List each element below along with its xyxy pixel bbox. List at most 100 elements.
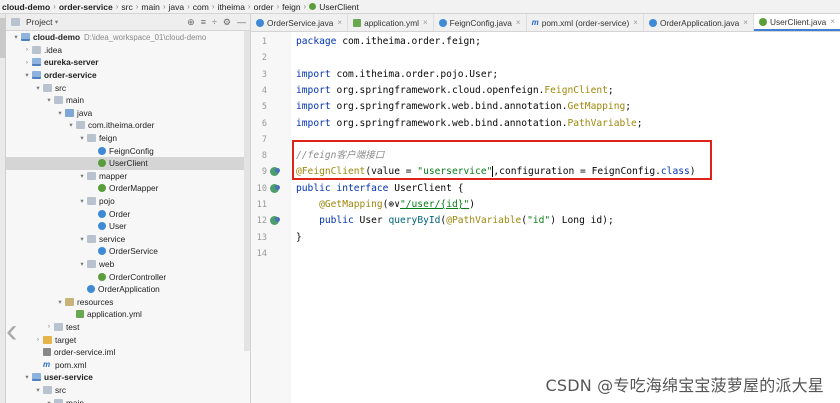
tree-item[interactable]: ▾ main	[6, 94, 250, 107]
tree-item[interactable]: FeignConfig	[6, 144, 250, 157]
chevron-down-icon[interactable]: ▾	[45, 399, 53, 403]
tree-item-label: UserClient	[109, 158, 148, 169]
tree-item[interactable]: ▾ order-service	[6, 69, 250, 82]
editor-tab[interactable]: UserClient.java ×	[753, 14, 840, 31]
code-line[interactable]: 6 import org.springframework.web.bind.ann…	[251, 116, 840, 132]
close-icon[interactable]: ×	[423, 18, 428, 27]
tree-item[interactable]: OrderController	[6, 270, 250, 283]
tree-item[interactable]: ▾ src	[6, 384, 250, 397]
tree-item[interactable]: UserClient	[6, 156, 250, 170]
editor-tab[interactable]: OrderApplication.java ×	[644, 14, 754, 31]
code-line[interactable]: 14	[251, 246, 840, 262]
tree-item[interactable]: ▾ service	[6, 233, 250, 246]
chevron-right-icon[interactable]: ›	[23, 59, 31, 66]
chevron-down-icon[interactable]: ▾	[78, 197, 86, 205]
expand-all-icon[interactable]: ≡	[201, 17, 206, 28]
tree-item[interactable]: › target	[6, 333, 250, 346]
chevron-down-icon[interactable]: ▾	[23, 71, 31, 79]
interface-icon	[98, 159, 106, 168]
chevron-down-icon[interactable]: ▾	[52, 18, 60, 26]
tree-item[interactable]: OrderMapper	[6, 182, 250, 195]
tree-item-label: eureka-server	[44, 57, 99, 68]
code-line[interactable]: 12 public User queryById(@PathVariable("…	[251, 213, 840, 229]
tree-item[interactable]: application.yml	[6, 308, 250, 321]
chevron-down-icon[interactable]: ▾	[78, 134, 86, 142]
locate-icon[interactable]: ⊕	[187, 17, 195, 28]
chevron-left-icon[interactable]: ‹	[6, 314, 28, 354]
tree-item[interactable]: ▾ mapper	[6, 170, 250, 183]
tree-item[interactable]: ▾ src	[6, 81, 250, 94]
tree-item[interactable]: › test	[6, 321, 250, 334]
project-tree: ▾ cloud-demo D:\idea_workspace_01\cloud-de…	[6, 31, 250, 403]
tree-item[interactable]: ▾ web	[6, 258, 250, 271]
tree-item[interactable]: OrderApplication	[6, 283, 250, 296]
close-icon[interactable]: ×	[337, 18, 342, 27]
code-line[interactable]: 11 @GetMapping(⊚∨"/user/{id}")	[251, 197, 840, 213]
editor-tab[interactable]: m pom.xml (order-service) ×	[527, 14, 644, 31]
chevron-right-icon[interactable]: ›	[34, 336, 42, 343]
breadcrumb-item[interactable]: order-service	[59, 2, 113, 12]
tree-item[interactable]: ▾ feign	[6, 132, 250, 145]
breadcrumb-item[interactable]: order	[254, 2, 274, 12]
gear-icon[interactable]: ⚙	[223, 17, 231, 28]
breadcrumb-item[interactable]: feign	[282, 2, 300, 12]
chevron-down-icon[interactable]: ▾	[56, 298, 64, 306]
tree-item[interactable]: ▾ user-service	[6, 371, 250, 384]
chevron-down-icon[interactable]: ▾	[78, 260, 86, 268]
chevron-down-icon[interactable]: ▾	[45, 96, 53, 104]
close-icon[interactable]: ×	[516, 18, 521, 27]
code-line[interactable]: 1 package com.itheima.order.feign;	[251, 34, 840, 50]
tree-item[interactable]: › .idea	[6, 44, 250, 57]
breadcrumb-item[interactable]: UserClient	[309, 2, 359, 12]
tree-item[interactable]: m pom.xml	[6, 358, 250, 371]
project-scrollbar[interactable]	[244, 31, 250, 351]
breadcrumb-item[interactable]: cloud-demo	[2, 2, 50, 12]
chevron-down-icon[interactable]: ▾	[34, 84, 42, 92]
tree-item[interactable]: ▾ cloud-demo D:\idea_workspace_01\cloud-de…	[6, 31, 250, 44]
tree-item[interactable]: User	[6, 220, 250, 233]
breadcrumb-item[interactable]: main	[141, 2, 159, 12]
chevron-right-icon[interactable]: ›	[23, 46, 31, 53]
hide-icon[interactable]: —	[237, 17, 246, 28]
close-icon[interactable]: ×	[633, 18, 638, 27]
code-line[interactable]: 3 import com.itheima.order.pojo.User;	[251, 67, 840, 83]
editor-tab[interactable]: OrderService.java ×	[251, 14, 349, 31]
chevron-down-icon[interactable]: ▾	[34, 386, 42, 394]
collapse-all-icon[interactable]: ÷	[212, 17, 217, 28]
tree-item[interactable]: › eureka-server	[6, 56, 250, 69]
close-icon[interactable]: ×	[830, 17, 835, 26]
chevron-down-icon[interactable]: ▾	[23, 373, 31, 381]
project-panel-header: Project ▾ ⊕ ≡ ÷ ⚙ —	[6, 14, 250, 31]
tree-item[interactable]: OrderService	[6, 245, 250, 258]
code-line[interactable]: 5 import org.springframework.web.bind.ann…	[251, 99, 840, 115]
chevron-down-icon[interactable]: ▾	[12, 33, 20, 41]
chevron-down-icon[interactable]: ▾	[78, 235, 86, 243]
code-line[interactable]: 10 public interface UserClient {	[251, 181, 840, 197]
editor-tab[interactable]: application.yml ×	[348, 14, 434, 31]
tree-item[interactable]: order-service.iml	[6, 346, 250, 359]
chevron-down-icon[interactable]: ▾	[67, 121, 75, 129]
tree-item[interactable]: ▾ com.itheima.order	[6, 119, 250, 132]
code-line[interactable]: 13}	[251, 230, 840, 246]
tree-item[interactable]: ▾ pojo	[6, 195, 250, 208]
tree-item-label: application.yml	[87, 309, 142, 320]
close-icon[interactable]: ×	[743, 18, 748, 27]
breadcrumb-item[interactable]: java	[169, 2, 185, 12]
project-panel-title[interactable]: Project	[26, 17, 52, 27]
tree-item[interactable]: Order	[6, 207, 250, 220]
chevron-right-icon[interactable]: ›	[45, 323, 53, 330]
chevron-down-icon[interactable]: ▾	[56, 109, 64, 117]
code-editor[interactable]: 1 package com.itheima.order.feign; 2 3 impor…	[251, 32, 840, 403]
code-line[interactable]: 4 import org.springframework.cloud.openfe…	[251, 83, 840, 99]
code-token: User	[359, 215, 389, 227]
breadcrumb-item[interactable]: itheima	[218, 2, 245, 12]
package-icon	[87, 259, 96, 268]
tree-item[interactable]: ▾ java	[6, 107, 250, 120]
tree-item[interactable]: ▾ resources	[6, 295, 250, 308]
code-line[interactable]: 2	[251, 50, 840, 66]
breadcrumb-item[interactable]: src	[121, 2, 132, 12]
breadcrumb-item[interactable]: com	[193, 2, 209, 12]
chevron-down-icon[interactable]: ▾	[78, 172, 86, 180]
editor-tab[interactable]: FeignConfig.java ×	[434, 14, 527, 31]
tree-item[interactable]: ▾ main	[6, 396, 250, 403]
